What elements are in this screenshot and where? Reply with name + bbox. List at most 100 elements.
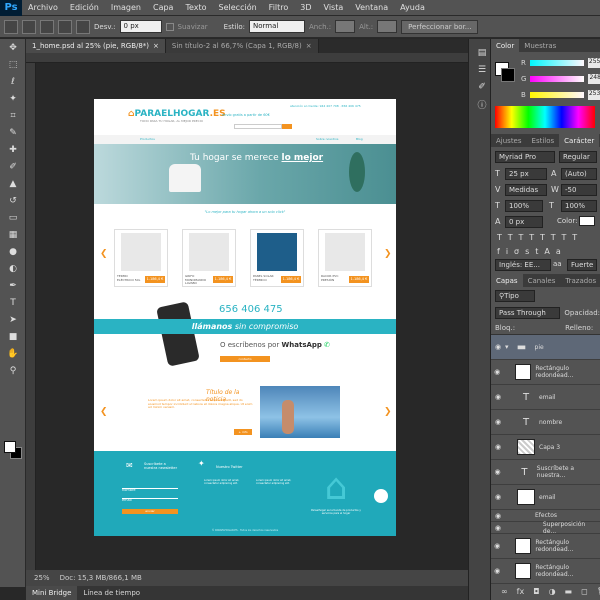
eye-icon[interactable]: ◉ xyxy=(491,443,505,451)
menu-ayuda[interactable]: Ayuda xyxy=(394,3,431,12)
layer-row[interactable]: ◉ Capa 3 xyxy=(491,435,600,460)
tab-untitled-2[interactable]: Sin título-2 al 66,7% (Capa 1, RGB/8) × xyxy=(165,39,319,53)
tab-color[interactable]: Color xyxy=(491,39,520,52)
layer-effect-row[interactable]: ◉ Superposición de... xyxy=(491,521,600,535)
close-icon[interactable]: × xyxy=(153,42,159,50)
layer-row[interactable]: ◉ Rectángulo redondead... xyxy=(491,360,600,385)
text-color-swatch[interactable] xyxy=(579,216,595,226)
eraser-tool-icon[interactable]: ▭ xyxy=(4,210,22,226)
antialias-select[interactable]: Fuerte xyxy=(567,259,597,271)
tab-adjustments[interactable]: Ajustes xyxy=(491,134,527,147)
layer-row[interactable]: ◉ Temail xyxy=(491,385,600,410)
add-selection-icon[interactable] xyxy=(40,19,54,34)
menu-3d[interactable]: 3D xyxy=(294,3,317,12)
menu-archivo[interactable]: Archivo xyxy=(22,3,64,12)
tab-channels[interactable]: Canales xyxy=(523,274,561,287)
r-slider[interactable] xyxy=(529,60,584,66)
layer-row[interactable]: ◉ Rectángulo redondead... xyxy=(491,559,600,584)
fx-icon[interactable]: fx xyxy=(517,587,525,596)
zoom-level[interactable]: 25% xyxy=(34,574,50,582)
font-family-select[interactable]: Myriad Pro xyxy=(495,151,555,163)
tracking-select[interactable]: -50 xyxy=(561,184,597,196)
layer-row[interactable]: ◉ Tnombre xyxy=(491,410,600,435)
vertical-ruler[interactable] xyxy=(26,63,36,570)
hand-tool-icon[interactable]: ✋ xyxy=(4,346,22,362)
font-size-input[interactable]: 25 px xyxy=(505,168,547,180)
opentype-buttons[interactable]: fiσstAa xyxy=(497,247,567,256)
width-input[interactable] xyxy=(335,20,356,33)
chevron-down-icon[interactable]: ▾ xyxy=(505,343,509,351)
dodge-tool-icon[interactable]: ◐ xyxy=(4,261,22,277)
gradient-tool-icon[interactable]: ▦ xyxy=(4,227,22,243)
kerning-select[interactable]: Medidas xyxy=(505,184,547,196)
canvas-area[interactable]: ⌂PARAELHOGAR.ES TODO PARA TU HOGAR, AL M… xyxy=(36,63,468,570)
eye-icon[interactable]: ◉ xyxy=(491,567,503,575)
type-tool-icon[interactable]: T xyxy=(4,295,22,311)
marquee-tool-icon[interactable]: ⬚ xyxy=(4,57,22,73)
new-group-icon[interactable]: ▬ xyxy=(565,587,573,596)
r-value[interactable]: 255 xyxy=(587,58,600,68)
info-panel-icon[interactable]: ⓘ xyxy=(473,96,491,112)
eye-icon[interactable]: ◉ xyxy=(491,524,505,532)
b-value[interactable]: 253 xyxy=(587,90,600,100)
eye-icon[interactable]: ◉ xyxy=(491,512,505,520)
close-icon[interactable]: × xyxy=(306,42,312,50)
text-format-buttons[interactable]: TTTTTTTT xyxy=(497,233,583,242)
tab-timeline[interactable]: Línea de tiempo xyxy=(77,586,146,600)
shape-tool-icon[interactable]: ■ xyxy=(4,329,22,345)
b-slider[interactable] xyxy=(529,92,584,98)
eye-icon[interactable]: ◉ xyxy=(491,343,505,351)
layer-row[interactable]: ◉ T Suscríbete a nuestra... xyxy=(491,460,600,485)
layer-filter-select[interactable]: ⚲ Tipo xyxy=(495,290,535,302)
style-select[interactable]: Normal xyxy=(249,20,305,33)
marquee-tool-icon[interactable] xyxy=(4,19,18,34)
g-slider[interactable] xyxy=(530,76,585,82)
mask-icon[interactable]: ◘ xyxy=(533,587,539,596)
menu-ventana[interactable]: Ventana xyxy=(349,3,394,12)
leading-input[interactable]: (Auto) xyxy=(561,168,597,180)
lasso-tool-icon[interactable]: ℓ xyxy=(4,74,22,90)
antialias-checkbox[interactable] xyxy=(165,22,174,31)
menu-capa[interactable]: Capa xyxy=(147,3,179,12)
adjustment-icon[interactable]: ◑ xyxy=(549,587,556,596)
horizontal-scale-input[interactable]: 100% xyxy=(561,200,597,212)
brush-tool-icon[interactable]: ✐ xyxy=(4,159,22,175)
path-select-icon[interactable]: ➤ xyxy=(4,312,22,328)
vertical-scale-input[interactable]: 100% xyxy=(505,200,543,212)
stamp-tool-icon[interactable]: ▲ xyxy=(4,176,22,192)
menu-vista[interactable]: Vista xyxy=(318,3,350,12)
intersect-selection-icon[interactable] xyxy=(76,19,90,34)
color-spectrum[interactable] xyxy=(495,106,595,128)
history-brush-icon[interactable]: ↺ xyxy=(4,193,22,209)
tab-mini-bridge[interactable]: Mini Bridge xyxy=(26,586,78,600)
doc-info[interactable]: Doc: 15,3 MB/866,1 MB xyxy=(60,574,142,582)
feather-input[interactable]: 0 px xyxy=(119,20,162,33)
tab-swatches[interactable]: Muestras xyxy=(519,39,561,52)
refine-edge-button[interactable]: Perfeccionar bor... xyxy=(401,19,479,34)
height-input[interactable] xyxy=(377,20,398,33)
menu-imagen[interactable]: Imagen xyxy=(105,3,147,12)
tab-paths[interactable]: Trazados xyxy=(560,274,600,287)
eye-icon[interactable]: ◉ xyxy=(491,393,505,401)
menu-seleccion[interactable]: Selección xyxy=(213,3,263,12)
history-panel-icon[interactable]: ▤ xyxy=(473,45,491,61)
eye-icon[interactable]: ◉ xyxy=(491,468,504,476)
g-value[interactable]: 248 xyxy=(588,74,600,84)
document-canvas[interactable]: ⌂PARAELHOGAR.ES TODO PARA TU HOGAR, AL M… xyxy=(94,99,396,536)
layer-row[interactable]: ◉ email xyxy=(491,485,600,510)
pen-tool-icon[interactable]: ✒ xyxy=(4,278,22,294)
blend-mode-select[interactable]: Pass Through xyxy=(495,307,561,319)
new-selection-icon[interactable] xyxy=(22,19,36,34)
crop-tool-icon[interactable]: ⌗ xyxy=(4,108,22,124)
menu-filtro[interactable]: Filtro xyxy=(263,3,295,12)
eye-icon[interactable]: ◉ xyxy=(491,368,503,376)
layer-row[interactable]: ◉ ▾ ▬ pie xyxy=(491,335,600,360)
eye-icon[interactable]: ◉ xyxy=(491,418,505,426)
menu-edicion[interactable]: Edición xyxy=(64,3,105,12)
eye-icon[interactable]: ◉ xyxy=(491,542,503,550)
eyedropper-icon[interactable]: ✎ xyxy=(4,125,22,141)
horizontal-ruler[interactable] xyxy=(26,53,468,63)
healing-brush-icon[interactable]: ✚ xyxy=(4,142,22,158)
link-icon[interactable]: ∞ xyxy=(501,587,508,596)
new-layer-icon[interactable]: ◻ xyxy=(581,587,588,596)
